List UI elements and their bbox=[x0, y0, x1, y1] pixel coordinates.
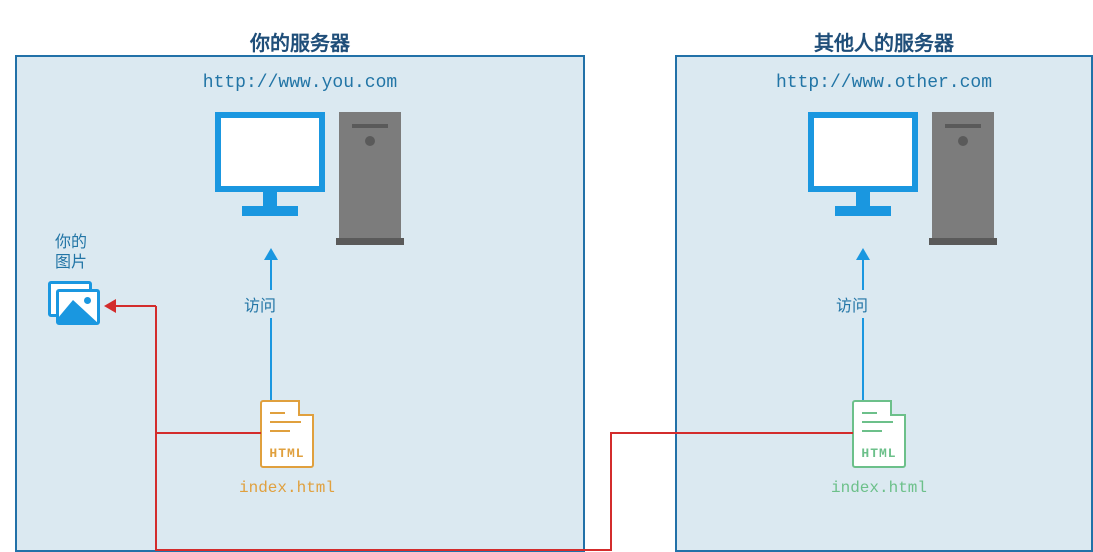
other-server-title: 其他人的服务器 bbox=[677, 27, 1091, 56]
red-arrow-to-image bbox=[104, 299, 116, 313]
red-line-bottom-h bbox=[155, 549, 612, 551]
other-server-computer-icon bbox=[808, 112, 918, 216]
access-arrow-right bbox=[862, 260, 864, 400]
html-badge-yours: HTML bbox=[262, 446, 312, 461]
red-line-right-v bbox=[610, 432, 612, 551]
html-badge-other: HTML bbox=[854, 446, 904, 461]
access-label-left: 访问 bbox=[240, 290, 280, 318]
red-line-left-h bbox=[155, 432, 261, 434]
image-label: 你的 图片 bbox=[55, 233, 87, 273]
other-server-url: http://www.other.com bbox=[677, 73, 1091, 93]
access-label-right: 访问 bbox=[832, 290, 872, 318]
html-file-label-yours: index.html bbox=[237, 479, 337, 497]
html-file-label-other: index.html bbox=[829, 479, 929, 497]
html-file-icon-other: HTML bbox=[852, 400, 906, 468]
your-server-url: http://www.you.com bbox=[17, 73, 583, 93]
red-line-shared-v bbox=[155, 432, 157, 551]
red-line-right-h1 bbox=[610, 432, 853, 434]
html-file-icon-yours: HTML bbox=[260, 400, 314, 468]
access-arrow-left bbox=[270, 260, 272, 400]
red-line-left-to-image bbox=[116, 305, 156, 307]
your-server-computer-icon bbox=[215, 112, 325, 216]
red-line-left-v bbox=[155, 306, 157, 434]
your-server-title: 你的服务器 bbox=[17, 27, 583, 56]
